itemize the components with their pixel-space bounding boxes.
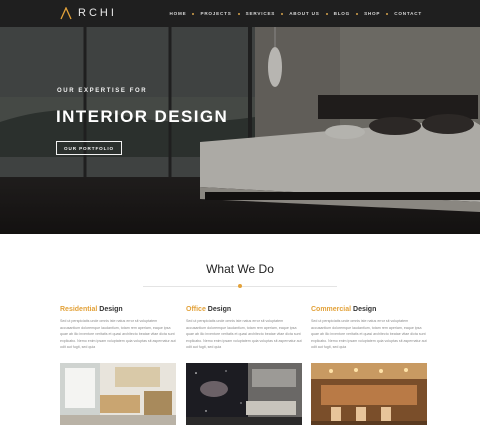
nav-blog[interactable]: BLOG bbox=[328, 11, 356, 16]
commercial-image[interactable] bbox=[311, 363, 427, 425]
service-title-rest: Design bbox=[205, 306, 232, 313]
service-description: Sed ut perspiciatis unde omnis iste natu… bbox=[186, 319, 302, 349]
service-title[interactable]: Office Design bbox=[186, 306, 302, 313]
logo-text: RCHI bbox=[78, 7, 117, 19]
office-image[interactable] bbox=[186, 363, 302, 425]
service-title-rest: Design bbox=[97, 306, 123, 313]
logo-a-mark-icon bbox=[60, 6, 72, 19]
nav-home[interactable]: HOME bbox=[163, 11, 192, 16]
nav-projects[interactable]: PROJECTS bbox=[194, 11, 237, 16]
service-title[interactable]: Residential Design bbox=[60, 306, 176, 313]
site-logo[interactable]: RCHI bbox=[60, 6, 117, 20]
service-title-accent: Office bbox=[186, 306, 206, 313]
title-divider-dot bbox=[238, 284, 242, 288]
service-title-accent: Residential bbox=[60, 306, 98, 313]
service-title-accent: Commercial bbox=[311, 306, 352, 313]
portfolio-button[interactable]: OUR PORTFOLIO bbox=[56, 141, 122, 155]
residential-image[interactable] bbox=[60, 363, 176, 425]
top-navbar: RCHI HOME PROJECTS SERVICES ABOUT US BLO… bbox=[0, 0, 480, 27]
commercial-photo bbox=[311, 363, 427, 425]
hero-title: INTERIOR DESIGN bbox=[56, 107, 229, 126]
residential-photo bbox=[60, 363, 176, 425]
service-commercial: Commercial Design Sed ut perspiciatis un… bbox=[311, 306, 427, 425]
service-description: Sed ut perspiciatis unde omnis iste natu… bbox=[60, 319, 176, 349]
hero-eyebrow: OUR EXPERTISE FOR bbox=[57, 88, 148, 94]
nav-services[interactable]: SERVICES bbox=[240, 11, 282, 16]
service-office: Office Design Sed ut perspiciatis unde o… bbox=[186, 306, 302, 425]
office-photo bbox=[186, 363, 302, 425]
service-title[interactable]: Commercial Design bbox=[311, 306, 427, 313]
nav-about-us[interactable]: ABOUT US bbox=[283, 11, 325, 16]
hero-bedroom-image bbox=[0, 27, 480, 234]
service-description: Sed ut perspiciatis unde omnis iste natu… bbox=[311, 319, 427, 349]
service-residential: Residential Design Sed ut perspiciatis u… bbox=[60, 306, 176, 425]
section-title: What We Do bbox=[206, 262, 274, 276]
nav-shop[interactable]: SHOP bbox=[358, 11, 386, 16]
main-nav: HOME PROJECTS SERVICES ABOUT US BLOG SHO… bbox=[163, 0, 428, 27]
nav-contact[interactable]: CONTACT bbox=[388, 11, 428, 16]
service-title-rest: Design bbox=[351, 306, 377, 313]
hero-banner: OUR EXPERTISE FOR INTERIOR DESIGN OUR PO… bbox=[0, 27, 480, 234]
